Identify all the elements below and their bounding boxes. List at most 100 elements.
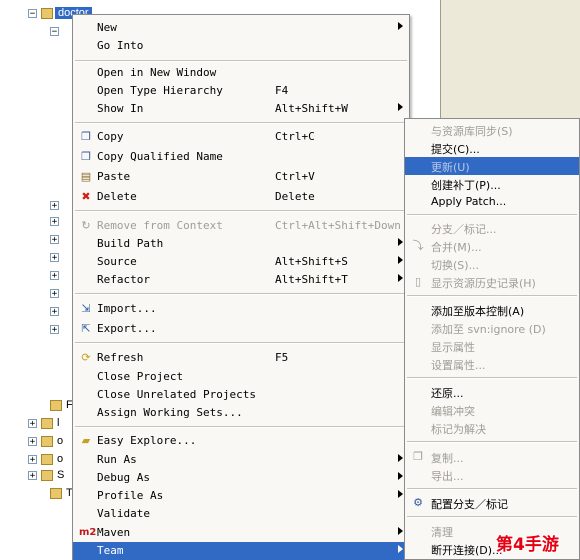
team-item-update[interactable]: 更新(U) [405,157,579,175]
team-item-revert[interactable]: 还原... [405,383,579,401]
expand-icon[interactable]: + [50,288,59,298]
expand-icon[interactable]: + [50,234,59,244]
import-icon: ⇲ [81,302,91,315]
menu-item-open-in-new-window[interactable]: Open in New Window [73,64,409,82]
tree-label: S [57,469,65,481]
expand-icon[interactable]: + [50,252,59,262]
team-item-branch-tag[interactable]: 分支／标记... [405,219,579,237]
tree-row[interactable]: − [50,24,59,38]
folder-icon [50,487,62,499]
team-item-set-property[interactable]: 设置属性... [405,355,579,373]
menu-item-close-unrelated-projects[interactable]: Close Unrelated Projects [73,386,409,404]
team-item-commit[interactable]: 提交(C)... [405,139,579,157]
team-item-add-to-version-control[interactable]: 添加至版本控制(A) [405,301,579,319]
menu-item-import[interactable]: ⇲ Import... [73,300,409,318]
context-menu: New Go Into Open in New Window Open Type… [72,14,410,560]
team-item-apply-patch[interactable]: Apply Patch... [405,193,579,211]
menu-item-paste[interactable]: ▤ Paste Ctrl+V [73,168,409,186]
menu-item-copy-qualified-name[interactable]: ❐ Copy Qualified Name [73,148,409,166]
tree-row[interactable]: + [50,232,59,246]
menu-item-new[interactable]: New [73,19,409,37]
menu-separator [407,214,577,216]
team-item-mark-resolved[interactable]: 标记为解决 [405,419,579,437]
menu-item-source[interactable]: Source Alt+Shift+S [73,253,409,271]
menu-item-run-as[interactable]: Run As [73,451,409,469]
tree-row[interactable]: + [50,268,59,282]
menu-separator [75,60,407,62]
menu-item-easy-explore[interactable]: ▰ Easy Explore... [73,432,409,450]
tree-row[interactable]: + [50,250,59,264]
expand-icon[interactable]: + [50,306,59,316]
menu-item-maven[interactable]: m2 Maven [73,524,409,542]
collapse-icon[interactable]: − [50,26,59,36]
menu-item-remove-from-context[interactable]: ↻ Remove from Context Ctrl+Alt+Shift+Down [73,217,409,235]
team-item-add-to-svn-ignore[interactable]: 添加至 svn:ignore (D) [405,319,579,337]
menu-item-go-into[interactable]: Go Into [73,37,409,55]
tree-row[interactable]: + S [28,468,64,482]
copy-qualified-name-icon: ❐ [81,150,91,163]
expand-icon[interactable]: + [28,454,37,464]
refresh-icon: ⟳ [81,351,91,364]
tree-row[interactable]: + [50,214,59,228]
team-item-show-history[interactable]: ▯ 显示资源历史记录(H) [405,273,579,291]
menu-separator [407,516,577,518]
submenu-arrow-icon [398,490,403,498]
team-item-create-patch[interactable]: 创建补丁(P)... [405,175,579,193]
menu-item-copy[interactable]: ❐ Copy Ctrl+C [73,128,409,146]
expand-icon[interactable]: + [50,324,59,334]
tree-row[interactable]: + [50,198,59,212]
tree-row[interactable]: + [50,322,59,336]
menu-item-validate[interactable]: Validate [73,505,409,523]
menu-item-delete[interactable]: ✖ Delete Delete [73,188,409,206]
folder-icon [50,399,62,411]
tree-row[interactable]: + [50,286,59,300]
menu-item-build-path[interactable]: Build Path [73,235,409,253]
team-item-merge[interactable]: ⤵ 合并(M)... [405,237,579,255]
menu-separator [407,295,577,297]
paste-icon: ▤ [80,170,92,183]
menu-item-export[interactable]: ⇱ Export... [73,320,409,338]
menu-item-refresh[interactable]: ⟳ Refresh F5 [73,349,409,367]
remove-context-icon: ↻ [81,219,91,232]
menu-item-open-type-hierarchy[interactable]: Open Type Hierarchy F4 [73,82,409,100]
history-icon: ▯ [414,275,422,288]
team-item-sync[interactable]: 与资源库同步(S) [405,121,579,139]
expand-icon[interactable]: + [28,470,37,480]
expand-icon[interactable]: + [50,216,59,226]
expand-icon[interactable]: + [28,436,37,446]
team-item-show-properties[interactable]: 显示属性 [405,337,579,355]
tree-row[interactable]: T [46,486,73,500]
menu-item-close-project[interactable]: Close Project [73,368,409,386]
team-item-configure-branches[interactable]: ⚙ 配置分支／标记 [405,494,579,512]
team-submenu: 与资源库同步(S) 提交(C)... 更新(U) 创建补丁(P)... Appl… [404,118,580,560]
menu-item-show-in[interactable]: Show In Alt+Shift+W [73,100,409,118]
team-item-export[interactable]: 导出... [405,466,579,484]
team-item-switch[interactable]: 切换(S)... [405,255,579,273]
submenu-arrow-icon [398,454,403,462]
menu-item-refactor[interactable]: Refactor Alt+Shift+T [73,271,409,289]
menu-item-team[interactable]: Team [73,542,409,560]
menu-item-debug-as[interactable]: Debug As [73,469,409,487]
tree-row[interactable]: + l [28,416,59,430]
collapse-icon[interactable]: − [28,8,37,18]
tree-row[interactable]: F [46,398,73,412]
submenu-arrow-icon [398,472,403,480]
team-item-copy[interactable]: ❐ 复制... [405,448,579,466]
menu-separator [407,441,577,443]
submenu-arrow-icon [398,545,403,553]
tree-row[interactable]: + [50,304,59,318]
menu-item-assign-working-sets[interactable]: Assign Working Sets... [73,404,409,422]
menu-item-profile-as[interactable]: Profile As [73,487,409,505]
submenu-arrow-icon [398,256,403,264]
expand-icon[interactable]: + [50,200,59,210]
expand-icon[interactable]: + [50,270,59,280]
tree-row[interactable]: + o [28,452,63,466]
team-item-edit-conflicts[interactable]: 编辑冲突 [405,401,579,419]
expand-icon[interactable]: + [28,418,37,428]
folder-open-icon: ▰ [81,434,91,447]
menu-separator [75,342,407,344]
tree-row[interactable]: + o [28,434,63,448]
menu-separator [75,293,407,295]
configure-branch-icon: ⚙ [413,496,423,509]
project-folder-icon [41,435,53,447]
